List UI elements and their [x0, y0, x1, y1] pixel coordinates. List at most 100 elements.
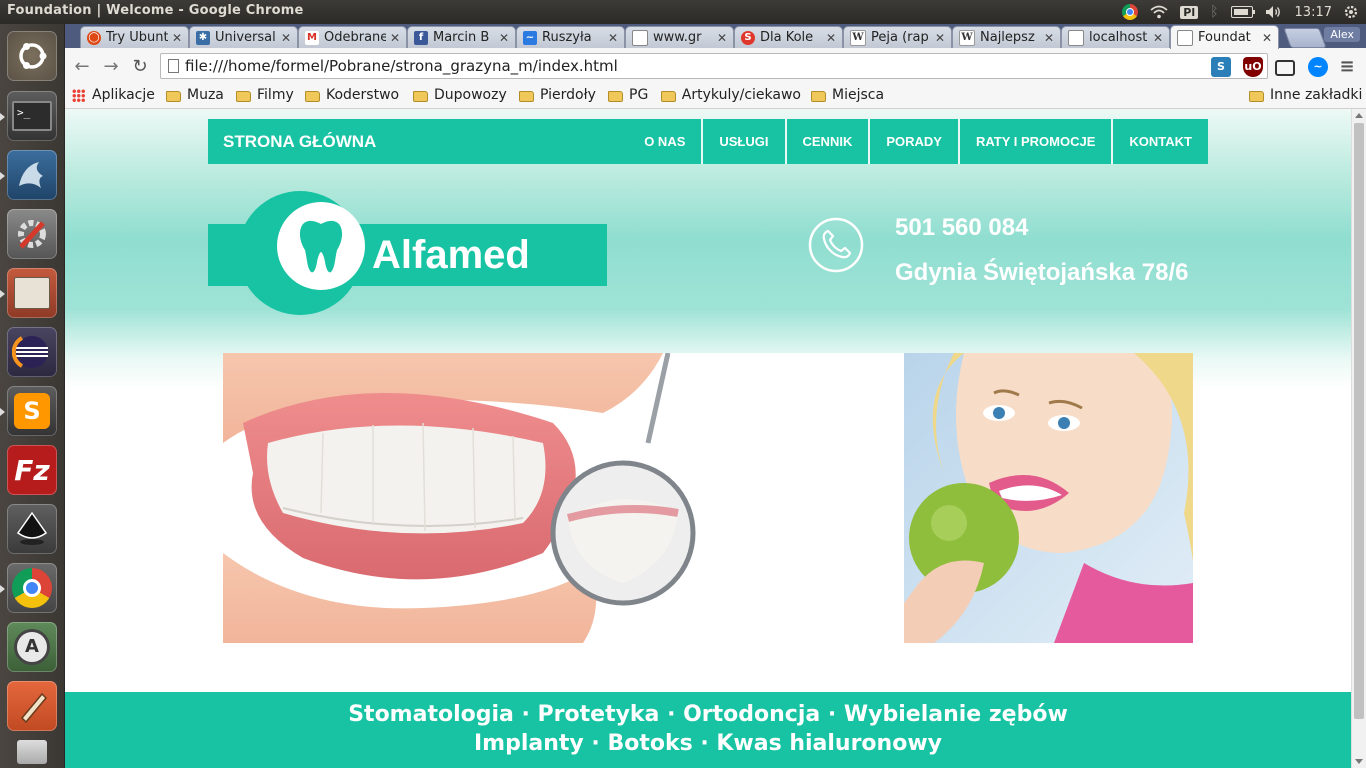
back-button[interactable]: ← — [71, 56, 93, 78]
phone-number: 501 560 084 — [895, 214, 1029, 241]
smile-mirror-image — [223, 353, 723, 643]
scroll-down-arrow[interactable] — [1355, 759, 1363, 764]
nav-item-uslugi[interactable]: USŁUGI — [701, 119, 784, 164]
sublime-text-icon[interactable]: S — [7, 386, 57, 436]
bookmark-folder[interactable]: Dupowozy — [413, 85, 507, 105]
services-line-1: Stomatologia · Protetyka · Ortodoncja · … — [348, 702, 1068, 727]
browser-tab[interactable]: W Peja (rap ✕ — [843, 26, 952, 48]
terminal-icon[interactable]: >_ — [7, 91, 57, 141]
close-tab-icon[interactable]: ✕ — [172, 31, 182, 45]
battery-icon[interactable] — [1230, 6, 1255, 18]
nav-item-raty-i-promocje[interactable]: RATY I PROMOCJE — [957, 119, 1111, 164]
mysql-workbench-icon[interactable] — [7, 150, 57, 200]
folder-icon — [661, 90, 676, 102]
browser-tab[interactable]: M Odebrane ✕ — [298, 26, 407, 48]
tab-strip: ◯ Try Ubuntu✕ ✱ Universal✕ M Odebrane✕ f… — [65, 24, 1366, 49]
apps-grid-icon — [72, 88, 85, 102]
browser-tab[interactable]: ✱ Universal ✕ — [189, 26, 298, 48]
woman-apple-image — [904, 353, 1193, 643]
bookmark-apps[interactable]: Aplikacje — [72, 85, 155, 105]
bookmark-folder[interactable]: Filmy — [236, 85, 294, 105]
services-band: Stomatologia · Protetyka · Ortodoncja · … — [65, 692, 1351, 768]
bookmarks-bar: Aplikacje Muza Filmy Koderstwo Dupowozy … — [65, 84, 1366, 109]
close-tab-icon[interactable]: ✕ — [1153, 31, 1163, 45]
nav-home-link[interactable]: STRONA GŁÓWNA — [223, 119, 376, 164]
bookmark-folder[interactable]: PG — [608, 85, 648, 105]
folder-icon — [166, 90, 181, 102]
eclipse-icon[interactable] — [7, 327, 57, 377]
page-favicon-icon — [1068, 29, 1084, 46]
ubuntu-dash-icon[interactable] — [7, 31, 57, 81]
volume-icon[interactable] — [1265, 5, 1283, 19]
browser-tab[interactable]: ◯ Try Ubuntu✕ — [80, 26, 189, 48]
close-tab-icon[interactable]: ✕ — [608, 31, 618, 45]
wifi-icon[interactable] — [1150, 5, 1168, 19]
services-line-2: Implanty · Botoks · Kwas hialuronowy — [474, 731, 942, 756]
chrome-indicator-icon[interactable] — [1122, 4, 1139, 20]
nav-item-porady[interactable]: PORADY — [868, 119, 958, 164]
folder-icon — [811, 90, 826, 102]
running-indicator — [0, 408, 5, 416]
browser-tab[interactable]: W Najlepsz ✕ — [952, 26, 1061, 48]
browser-tab-active[interactable]: Foundat ✕ — [1170, 25, 1279, 49]
text-editor-icon[interactable] — [7, 681, 57, 731]
other-bookmarks[interactable]: Inne zakładki — [1249, 85, 1362, 105]
trash-icon[interactable] — [7, 736, 57, 768]
software-updater-icon[interactable]: A — [7, 622, 57, 672]
gmail-favicon-icon: M — [305, 30, 319, 45]
ublock-extension-icon[interactable]: uO — [1243, 57, 1263, 77]
scroll-up-arrow[interactable] — [1355, 113, 1363, 118]
cast-extension-icon[interactable] — [1275, 60, 1295, 76]
scrollbar-thumb[interactable] — [1354, 123, 1364, 719]
messenger-extension-icon[interactable]: ~ — [1308, 57, 1328, 77]
browser-tab[interactable]: www.gr ✕ — [625, 26, 734, 48]
clinic-address: Gdynia Świętojańska 78/6 — [895, 259, 1189, 286]
filezilla-icon[interactable]: Fz — [7, 445, 57, 495]
nav-item-kontakt[interactable]: KONTAKT — [1111, 119, 1208, 164]
folder-icon — [236, 90, 251, 102]
file-manager-icon[interactable] — [7, 268, 57, 318]
bookmark-folder[interactable]: Koderstwo — [305, 85, 399, 105]
forward-button[interactable]: → — [100, 56, 122, 78]
address-bar[interactable]: ☆ — [160, 53, 1268, 79]
inkscape-icon[interactable] — [7, 504, 57, 554]
close-tab-icon[interactable]: ✕ — [390, 31, 400, 45]
browser-tab[interactable]: S Dla Kole ✕ — [734, 26, 843, 48]
close-tab-icon[interactable]: ✕ — [717, 31, 727, 45]
nav-item-cennik[interactable]: CENNIK — [784, 119, 869, 164]
page-scrollbar[interactable] — [1351, 109, 1366, 768]
site-logo[interactable]: Alfamed — [208, 191, 608, 319]
browser-tab[interactable]: f Marcin B ✕ — [407, 26, 516, 48]
page-viewport: STRONA GŁÓWNA O NAS USŁUGI CENNIK PORADY… — [65, 109, 1351, 768]
nav-item-o-nas[interactable]: O NAS — [628, 119, 701, 164]
close-tab-icon[interactable]: ✕ — [499, 31, 509, 45]
page-icon — [168, 59, 179, 73]
browser-toolbar: ← → ↻ ☆ S uO ~ ≡ — [65, 48, 1366, 84]
menu-icon[interactable]: ≡ — [1337, 57, 1357, 77]
page-favicon-icon — [1177, 29, 1193, 46]
bookmark-folder[interactable]: Pierdoły — [519, 85, 596, 105]
news-favicon-icon: ~ — [523, 30, 537, 45]
profile-button[interactable]: Alex — [1324, 27, 1360, 42]
url-input[interactable] — [185, 55, 1225, 77]
folder-icon — [305, 90, 320, 102]
bluetooth-icon[interactable]: ᛒ — [1210, 4, 1218, 20]
reload-button[interactable]: ↻ — [129, 56, 151, 78]
close-tab-icon[interactable]: ✕ — [935, 31, 945, 45]
browser-tab[interactable]: localhost ✕ — [1061, 26, 1170, 48]
s-extension-icon[interactable]: S — [1211, 57, 1231, 77]
bookmark-folder[interactable]: Artykuly/ciekawo — [661, 85, 801, 105]
chrome-icon[interactable] — [7, 563, 57, 613]
close-tab-icon[interactable]: ✕ — [826, 31, 836, 45]
new-tab-button[interactable] — [1283, 28, 1327, 48]
bookmark-folder[interactable]: Miejsca — [811, 85, 884, 105]
close-tab-icon[interactable]: ✕ — [1262, 31, 1272, 45]
system-settings-icon[interactable] — [7, 209, 57, 259]
close-tab-icon[interactable]: ✕ — [281, 31, 291, 45]
keyboard-layout-indicator[interactable]: Pl — [1180, 5, 1199, 19]
bookmark-folder[interactable]: Muza — [166, 85, 224, 105]
browser-tab[interactable]: ~ Ruszyła ✕ — [516, 26, 625, 48]
clock[interactable]: 13:17 — [1295, 5, 1332, 20]
close-tab-icon[interactable]: ✕ — [1044, 31, 1054, 45]
power-gear-icon[interactable] — [1344, 5, 1358, 19]
